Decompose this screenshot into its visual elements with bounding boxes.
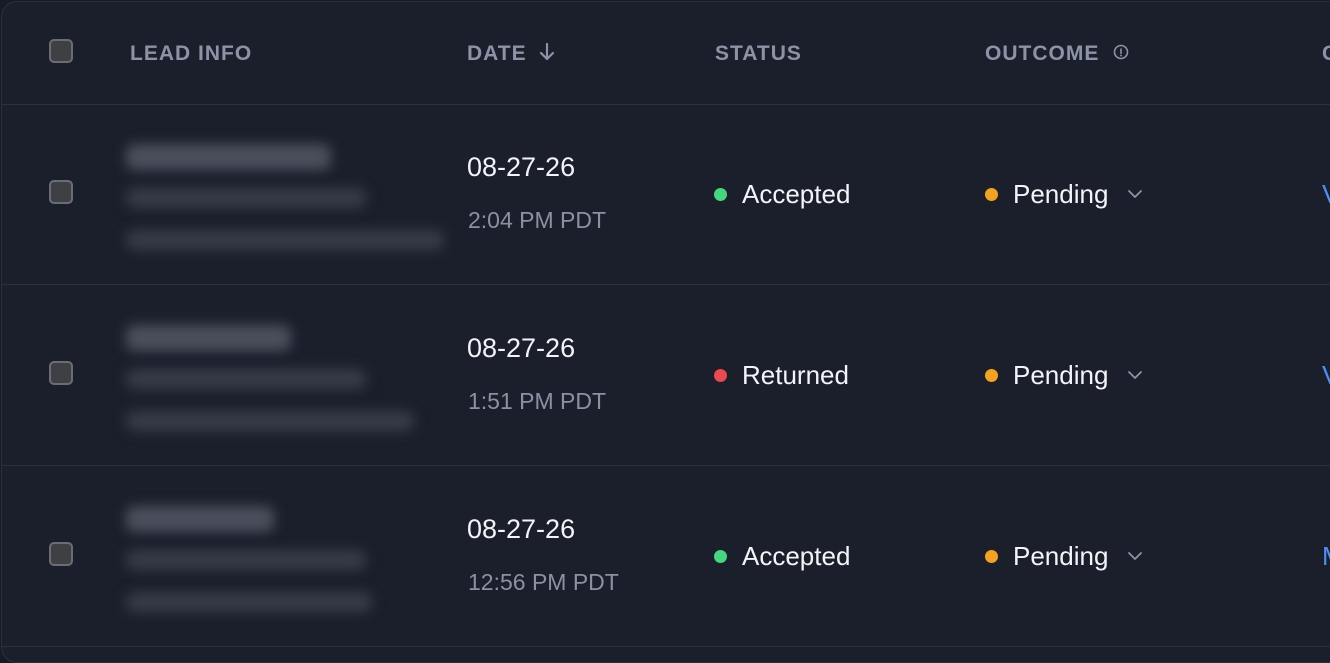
lead-time: 12:56 PM PDT xyxy=(468,569,619,595)
outcome-label: Pending xyxy=(1013,540,1109,571)
column-header-lead-info[interactable]: LEAD INFO xyxy=(130,40,252,68)
outcome-dropdown[interactable]: Pending xyxy=(985,178,1144,210)
leads-table: LEAD INFO DATE STATUS OUTCOME C xyxy=(1,1,1330,663)
lead-time: 1:51 PM PDT xyxy=(468,388,607,414)
row-action-link[interactable]: V xyxy=(1322,359,1330,391)
status-badge: Returned xyxy=(714,359,849,391)
table-row[interactable]: 08-27-26 1:51 PM PDT Returned Pending V xyxy=(2,285,1330,466)
status-dot xyxy=(714,368,727,382)
outcome-dot xyxy=(985,368,998,382)
status-badge: Accepted xyxy=(714,540,850,572)
row-checkbox[interactable] xyxy=(49,542,73,566)
table-row[interactable]: 08-27-26 2:04 PM PDT Accepted Pending V xyxy=(2,104,1330,285)
lead-date: 08-27-26 xyxy=(467,152,576,182)
row-checkbox[interactable] xyxy=(49,361,73,385)
column-header-date-label: DATE xyxy=(467,42,527,65)
column-header-lead-info-label: LEAD INFO xyxy=(130,42,253,65)
chevron-down-icon xyxy=(1128,190,1143,198)
row-action-link[interactable]: V xyxy=(1322,178,1330,210)
lead-date: 08-27-26 xyxy=(467,514,576,544)
column-header-next-partial[interactable]: C xyxy=(1322,40,1330,68)
column-header-status-label: STATUS xyxy=(715,42,802,65)
outcome-dropdown[interactable]: Pending xyxy=(985,540,1144,572)
status-badge: Accepted xyxy=(714,178,850,210)
select-all-checkbox[interactable] xyxy=(49,39,73,63)
status-dot xyxy=(714,549,727,563)
chevron-down-icon xyxy=(1128,552,1143,560)
status-label: Returned xyxy=(742,359,849,390)
status-label: Accepted xyxy=(742,178,851,209)
column-header-next-partial-label: C xyxy=(1322,42,1330,65)
chevron-down-icon xyxy=(1128,371,1143,379)
column-header-outcome-label: OUTCOME xyxy=(985,42,1100,65)
column-header-outcome[interactable]: OUTCOME xyxy=(985,40,1130,68)
status-label: Accepted xyxy=(742,540,851,571)
table-header: LEAD INFO DATE STATUS OUTCOME C xyxy=(2,2,1330,105)
table-row[interactable]: 08-27-26 12:56 PM PDT Accepted Pending M xyxy=(2,466,1330,647)
sort-descending-icon xyxy=(540,43,555,61)
row-checkbox[interactable] xyxy=(49,180,73,204)
outcome-label: Pending xyxy=(1013,359,1109,390)
status-dot xyxy=(714,187,727,201)
outcome-label: Pending xyxy=(1013,178,1109,209)
column-header-status[interactable]: STATUS xyxy=(715,40,802,68)
outcome-dot xyxy=(985,187,998,201)
lead-date: 08-27-26 xyxy=(467,333,576,363)
column-header-date[interactable]: DATE xyxy=(467,40,557,68)
row-action-link[interactable]: M xyxy=(1322,540,1330,572)
outcome-dot xyxy=(985,549,998,563)
outcome-dropdown[interactable]: Pending xyxy=(985,359,1144,391)
info-icon[interactable] xyxy=(1112,43,1130,61)
lead-time: 2:04 PM PDT xyxy=(468,207,607,233)
